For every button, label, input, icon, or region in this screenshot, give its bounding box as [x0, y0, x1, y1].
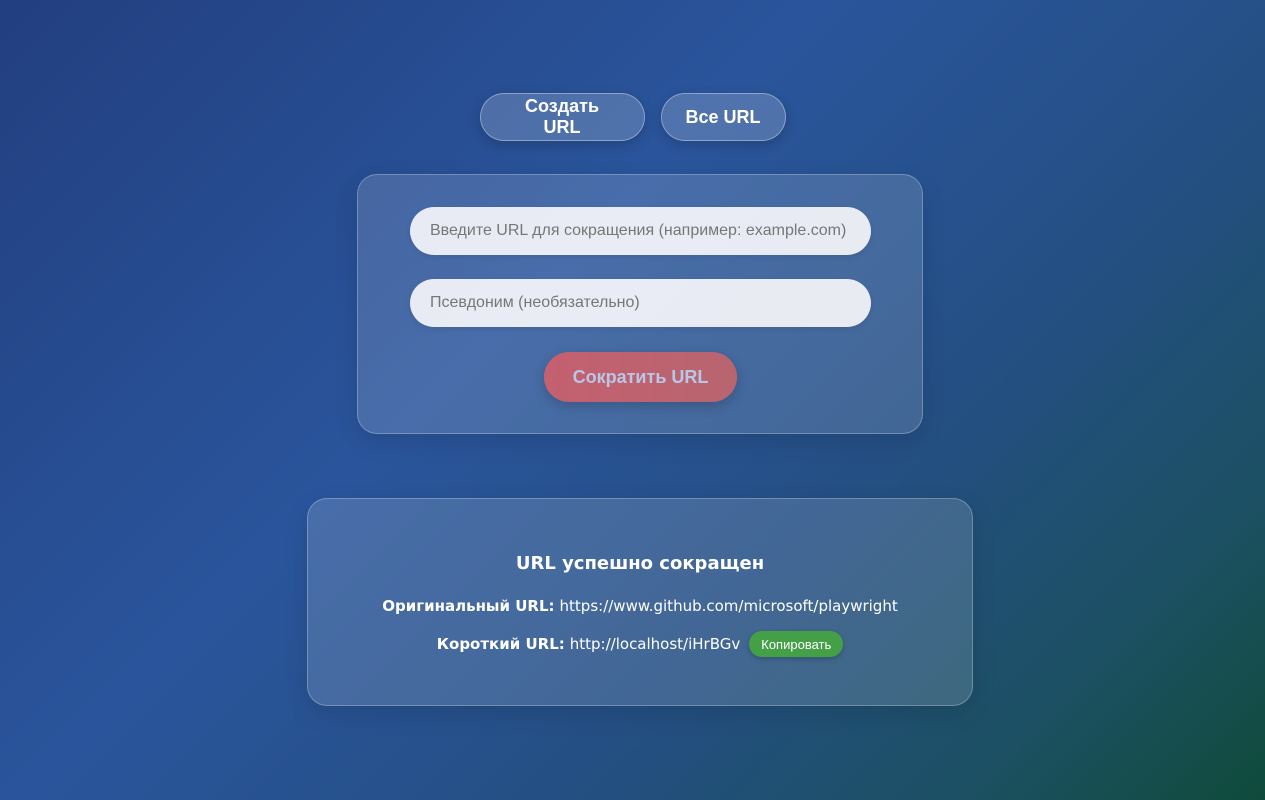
original-url-row: Оригинальный URL: https://www.github.com…	[308, 596, 972, 616]
url-input[interactable]	[410, 207, 871, 255]
shorten-url-button[interactable]: Сократить URL	[544, 352, 737, 402]
copy-button[interactable]: Копировать	[749, 631, 844, 657]
short-url-label: Короткий URL:	[436, 635, 565, 653]
top-navigation: Создать URL Все URL	[0, 93, 1265, 141]
alias-input[interactable]	[410, 279, 871, 327]
original-url-label: Оригинальный URL:	[382, 597, 555, 615]
all-urls-button[interactable]: Все URL	[660, 93, 786, 141]
result-card: URL успешно сокращен Оригинальный URL: h…	[307, 498, 973, 706]
short-url-row: Короткий URL: http://localhost/iHrBGv Ко…	[308, 631, 972, 657]
short-url-value[interactable]: http://localhost/iHrBGv	[570, 635, 740, 653]
shorten-form-card: Сократить URL	[357, 174, 923, 434]
create-url-button[interactable]: Создать URL	[479, 93, 645, 141]
result-title: URL успешно сокращен	[515, 553, 765, 574]
original-url-value: https://www.github.com/microsoft/playwri…	[559, 597, 898, 615]
